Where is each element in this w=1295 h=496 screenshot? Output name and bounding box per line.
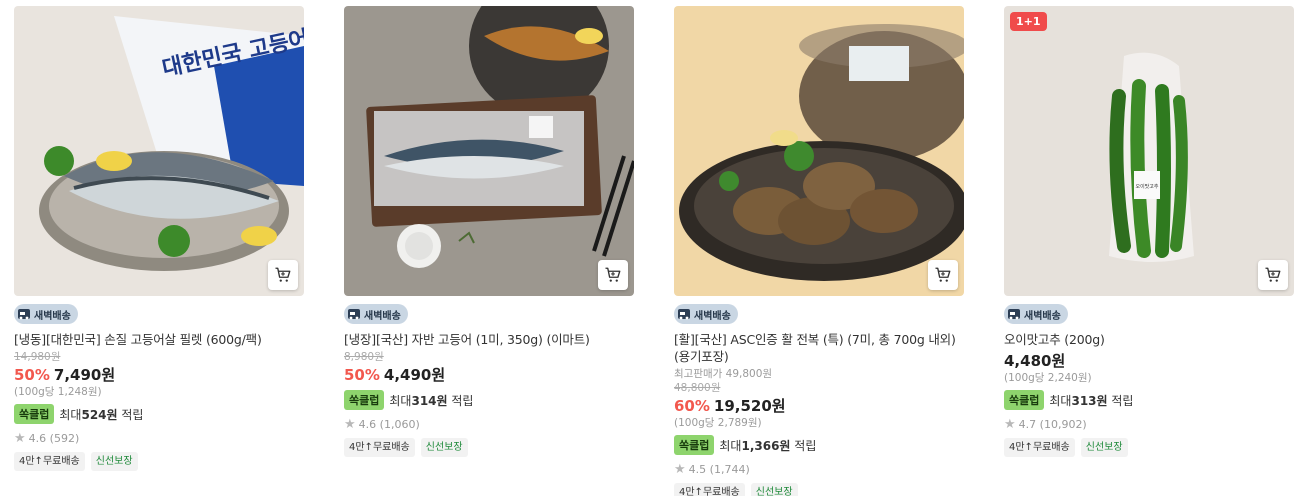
discount-rate: 50% (14, 366, 50, 384)
points-row: 쏙클럽 최대1,366원 적립 (674, 435, 964, 455)
points-row: 쏙클럽 최대313원 적립 (1004, 390, 1294, 410)
freshness-guarantee-tag: 신선보장 (420, 438, 468, 457)
review-count: (1,744) (709, 462, 750, 476)
points-text: 최대1,366원 적립 (719, 438, 817, 453)
sale-price: 4,490원 (383, 366, 446, 384)
sale-price: 19,520원 (713, 397, 786, 415)
star-icon: ★ (1004, 416, 1016, 432)
cart-icon (935, 267, 951, 282)
points-text: 최대313원 적립 (1049, 393, 1134, 408)
points-row: 쏙클럽 최대314원 적립 (344, 390, 634, 410)
review-count: (10,902) (1039, 417, 1087, 431)
rating-value: 4.6 (358, 417, 377, 431)
freshness-guarantee-tag: 신선보장 (1080, 438, 1128, 457)
truck-icon (347, 307, 361, 321)
unit-price: (100g당 2,789원) (674, 417, 762, 429)
rating: ★ 4.6 (1,060) (344, 416, 634, 432)
product-card-cucumber-pepper[interactable]: 오이맛고추 1+1 새벽배송 오이맛고추 (200g) 4,480원 (100g… (1004, 6, 1294, 457)
rating-value: 4.7 (1018, 417, 1037, 431)
sale-price: 7,490원 (53, 366, 116, 384)
add-to-cart-button[interactable] (928, 260, 958, 290)
dawn-delivery-badge: 새벽배송 (674, 304, 738, 324)
points-row: 쏙클럽 최대524원 적립 (14, 404, 304, 424)
add-to-cart-button[interactable] (268, 260, 298, 290)
dawn-delivery-badge: 새벽배송 (1004, 304, 1068, 324)
product-title[interactable]: 오이맛고추 (200g) (1004, 331, 1294, 348)
max-selling-price: 최고판매가 49,800원 (674, 368, 773, 380)
freshness-guarantee-tag: 신선보장 (750, 483, 798, 496)
free-shipping-tag: 4만↑무료배송 (674, 483, 745, 496)
price-row: 4,480원 (1004, 351, 1294, 371)
rating: ★ 4.5 (1,744) (674, 461, 964, 477)
cart-icon (1265, 267, 1281, 282)
cart-icon (605, 267, 621, 282)
club-points-chip: 쏙클럽 (1004, 390, 1045, 410)
product-image[interactable]: 오이맛고추 1+1 (1004, 6, 1294, 296)
product-card-salted-mackerel[interactable]: 새벽배송 [냉장][국산] 자반 고등어 (1미, 350g) (이마트) 8,… (344, 6, 634, 457)
rating-value: 4.5 (688, 462, 707, 476)
cart-icon (275, 267, 291, 282)
points-text: 최대524원 적립 (59, 407, 144, 422)
rating: ★ 4.7 (10,902) (1004, 416, 1294, 432)
sale-price: 4,480원 (1004, 352, 1066, 370)
package-text: 오이맛고추 (1135, 183, 1158, 190)
unit-price: (100g당 1,248원) (14, 386, 102, 398)
product-title[interactable]: [냉동][대한민국] 손질 고등어살 필렛 (600g/팩) (14, 331, 304, 348)
club-points-chip: 쏙클럽 (674, 435, 715, 455)
tag-list: 4만↑무료배송 신선보장 (674, 483, 964, 496)
rating-value: 4.6 (28, 431, 47, 445)
truck-icon (677, 307, 691, 321)
price-row: 50% 7,490원 (14, 365, 304, 385)
tag-list: 4만↑무료배송 신선보장 (344, 438, 634, 457)
free-shipping-tag: 4만↑무료배송 (344, 438, 415, 457)
product-title[interactable]: [활][국산] ASC인증 활 전복 (특) (7미, 총 700g 내외) (… (674, 331, 964, 365)
product-image[interactable]: 대한민국 고등어살 (14, 6, 304, 296)
original-price: 48,800원 (674, 382, 721, 394)
delivery-badge-label: 새벽배송 (694, 310, 731, 322)
delivery-badge-label: 새벽배송 (34, 310, 71, 322)
delivery-badge-label: 새벽배송 (1024, 310, 1061, 322)
freshness-guarantee-tag: 신선보장 (90, 452, 138, 471)
discount-rate: 50% (344, 366, 380, 384)
price-row: 60% 19,520원 (674, 396, 964, 416)
truck-icon (1007, 307, 1021, 321)
club-points-chip: 쏙클럽 (14, 404, 55, 424)
tag-list: 4만↑무료배송 신선보장 (14, 452, 304, 471)
unit-price: (100g당 2,240원) (1004, 372, 1092, 384)
discount-rate: 60% (674, 397, 710, 415)
product-image[interactable] (674, 6, 964, 296)
star-icon: ★ (674, 461, 686, 477)
product-grid: 대한민국 고등어살 새벽배송 [냉동][대한민국] 손질 고등어살 필렛 (60… (0, 0, 1295, 496)
add-to-cart-button[interactable] (598, 260, 628, 290)
rating: ★ 4.6 (592) (14, 430, 304, 446)
star-icon: ★ (14, 430, 26, 446)
promo-badge: 1+1 (1010, 12, 1047, 31)
product-title[interactable]: [냉장][국산] 자반 고등어 (1미, 350g) (이마트) (344, 331, 634, 348)
product-card-abalone[interactable]: 새벽배송 [활][국산] ASC인증 활 전복 (특) (7미, 총 700g … (674, 6, 964, 496)
star-icon: ★ (344, 416, 356, 432)
tag-list: 4만↑무료배송 신선보장 (1004, 438, 1294, 457)
club-points-chip: 쏙클럽 (344, 390, 385, 410)
points-text: 최대314원 적립 (389, 393, 474, 408)
review-count: (592) (49, 431, 80, 445)
product-card-mackerel-fillet[interactable]: 대한민국 고등어살 새벽배송 [냉동][대한민국] 손질 고등어살 필렛 (60… (14, 6, 304, 471)
original-price: 14,980원 (14, 351, 61, 363)
free-shipping-tag: 4만↑무료배송 (1004, 438, 1075, 457)
product-image[interactable] (344, 6, 634, 296)
price-row: 50% 4,490원 (344, 365, 634, 385)
truck-icon (17, 307, 31, 321)
dawn-delivery-badge: 새벽배송 (344, 304, 408, 324)
delivery-badge-label: 새벽배송 (364, 310, 401, 322)
original-price: 8,980원 (344, 351, 384, 363)
add-to-cart-button[interactable] (1258, 260, 1288, 290)
review-count: (1,060) (379, 417, 420, 431)
free-shipping-tag: 4만↑무료배송 (14, 452, 85, 471)
dawn-delivery-badge: 새벽배송 (14, 304, 78, 324)
